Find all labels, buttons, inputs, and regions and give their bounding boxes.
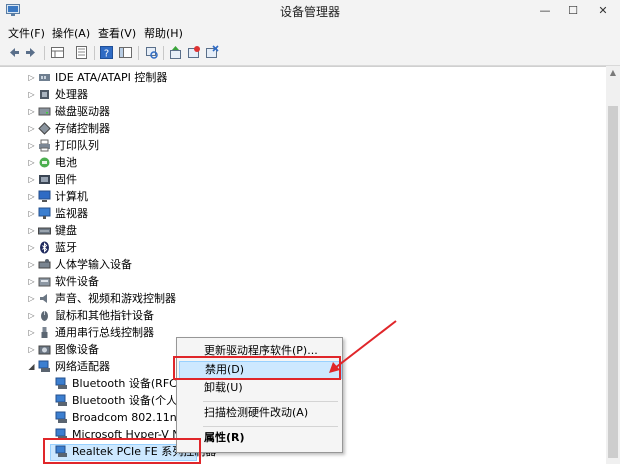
annotation-arrow-icon bbox=[329, 320, 397, 373]
